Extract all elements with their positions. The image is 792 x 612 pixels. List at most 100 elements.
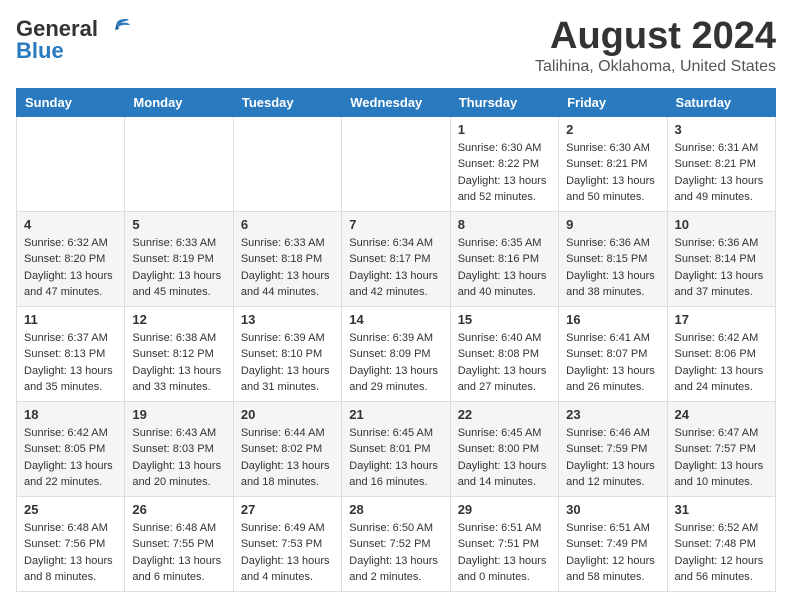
day-number: 3 (675, 122, 768, 137)
calendar-subtitle: Talihina, Oklahoma, United States (535, 58, 776, 76)
day-info: Sunrise: 6:48 AM Sunset: 7:55 PM Dayligh… (132, 520, 225, 586)
day-cell: 7Sunrise: 6:34 AM Sunset: 8:17 PM Daylig… (342, 211, 450, 306)
day-cell: 23 Sunrise: 6:46 AM Sunset: 7:59 PM Dayli… (559, 401, 667, 496)
day-number: 8 (458, 217, 551, 232)
day-info: Sunrise: 6:33 AM Sunset: 8:19 PM Dayligh… (132, 235, 225, 301)
day-info: Sunrise: 6:49 AM Sunset: 7:53 PM Dayligh… (241, 520, 334, 586)
day-number: 25 (24, 502, 117, 517)
day-number: 5 (132, 217, 225, 232)
day-info: Sunrise: 6:38 AM Sunset: 8:12 PM Dayligh… (132, 330, 225, 396)
day-cell: 5 Sunrise: 6:33 AM Sunset: 8:19 PM Daylig… (125, 211, 233, 306)
day-number: 16 (566, 312, 659, 327)
day-number: 21 (349, 407, 442, 422)
day-info: Sunrise: 6:51 AM Sunset: 7:51 PM Dayligh… (458, 520, 551, 586)
day-cell: 25 Sunrise: 6:48 AM Sunset: 7:56 PM Dayli… (17, 496, 125, 591)
day-cell: 24 Sunrise: 6:47 AM Sunset: 7:57 PM Dayli… (667, 401, 775, 496)
day-cell: 30 Sunrise: 6:51 AM Sunset: 7:49 PM Dayli… (559, 496, 667, 591)
day-cell: 6Sunrise: 6:33 AM Sunset: 8:18 PM Daylig… (233, 211, 341, 306)
day-number: 22 (458, 407, 551, 422)
day-info: Sunrise: 6:32 AM Sunset: 8:20 PM Dayligh… (24, 235, 117, 301)
day-info: Sunrise: 6:50 AM Sunset: 7:52 PM Dayligh… (349, 520, 442, 586)
day-cell: 19Sunrise: 6:43 AM Sunset: 8:03 PM Dayli… (125, 401, 233, 496)
day-cell: 15 Sunrise: 6:40 AM Sunset: 8:08 PM Dayli… (450, 306, 558, 401)
day-cell: 13Sunrise: 6:39 AM Sunset: 8:10 PM Dayli… (233, 306, 341, 401)
day-info: Sunrise: 6:36 AM Sunset: 8:15 PM Dayligh… (566, 235, 659, 301)
day-info: Sunrise: 6:35 AM Sunset: 8:16 PM Dayligh… (458, 235, 551, 301)
day-info: Sunrise: 6:47 AM Sunset: 7:57 PM Dayligh… (675, 425, 768, 491)
logo-bird-icon (103, 18, 131, 40)
logo-blue: Blue (16, 38, 64, 64)
weekday-header-thursday: Thursday (450, 88, 558, 116)
day-cell: 31 Sunrise: 6:52 AM Sunset: 7:48 PM Dayli… (667, 496, 775, 591)
day-number: 4 (24, 217, 117, 232)
weekday-header-sunday: Sunday (17, 88, 125, 116)
day-cell: 2 Sunrise: 6:30 AM Sunset: 8:21 PM Daylig… (559, 116, 667, 211)
day-info: Sunrise: 6:51 AM Sunset: 7:49 PM Dayligh… (566, 520, 659, 586)
weekday-header-friday: Friday (559, 88, 667, 116)
day-number: 9 (566, 217, 659, 232)
day-info: Sunrise: 6:36 AM Sunset: 8:14 PM Dayligh… (675, 235, 768, 301)
weekday-header-monday: Monday (125, 88, 233, 116)
week-row-1: 1 Sunrise: 6:30 AM Sunset: 8:22 PM Daylig… (17, 116, 776, 211)
day-cell (342, 116, 450, 211)
day-number: 12 (132, 312, 225, 327)
day-cell: 4 Sunrise: 6:32 AM Sunset: 8:20 PM Daylig… (17, 211, 125, 306)
day-info: Sunrise: 6:39 AM Sunset: 8:09 PM Dayligh… (349, 330, 442, 396)
day-cell: 22 Sunrise: 6:45 AM Sunset: 8:00 PM Dayli… (450, 401, 558, 496)
logo: General Blue (16, 16, 131, 64)
day-info: Sunrise: 6:40 AM Sunset: 8:08 PM Dayligh… (458, 330, 551, 396)
weekday-header-wednesday: Wednesday (342, 88, 450, 116)
day-cell: 18 Sunrise: 6:42 AM Sunset: 8:05 PM Dayli… (17, 401, 125, 496)
day-number: 28 (349, 502, 442, 517)
day-info: Sunrise: 6:33 AM Sunset: 8:18 PM Dayligh… (241, 235, 334, 301)
day-number: 18 (24, 407, 117, 422)
day-info: Sunrise: 6:52 AM Sunset: 7:48 PM Dayligh… (675, 520, 768, 586)
header: General Blue August 2024 Talihina, Oklah… (16, 16, 776, 76)
day-info: Sunrise: 6:48 AM Sunset: 7:56 PM Dayligh… (24, 520, 117, 586)
day-number: 10 (675, 217, 768, 232)
day-number: 20 (241, 407, 334, 422)
day-cell (233, 116, 341, 211)
day-info: Sunrise: 6:41 AM Sunset: 8:07 PM Dayligh… (566, 330, 659, 396)
day-cell: 11Sunrise: 6:37 AM Sunset: 8:13 PM Dayli… (17, 306, 125, 401)
day-info: Sunrise: 6:45 AM Sunset: 8:01 PM Dayligh… (349, 425, 442, 491)
day-cell: 21 Sunrise: 6:45 AM Sunset: 8:01 PM Dayli… (342, 401, 450, 496)
day-number: 1 (458, 122, 551, 137)
day-cell: 10 Sunrise: 6:36 AM Sunset: 8:14 PM Dayli… (667, 211, 775, 306)
day-number: 30 (566, 502, 659, 517)
day-info: Sunrise: 6:30 AM Sunset: 8:21 PM Dayligh… (566, 140, 659, 206)
day-info: Sunrise: 6:34 AM Sunset: 8:17 PM Dayligh… (349, 235, 442, 301)
day-cell: 14Sunrise: 6:39 AM Sunset: 8:09 PM Dayli… (342, 306, 450, 401)
day-number: 23 (566, 407, 659, 422)
day-info: Sunrise: 6:46 AM Sunset: 7:59 PM Dayligh… (566, 425, 659, 491)
weekday-header-row: SundayMondayTuesdayWednesdayThursdayFrid… (17, 88, 776, 116)
day-cell: 8 Sunrise: 6:35 AM Sunset: 8:16 PM Daylig… (450, 211, 558, 306)
week-row-3: 11Sunrise: 6:37 AM Sunset: 8:13 PM Dayli… (17, 306, 776, 401)
week-row-2: 4 Sunrise: 6:32 AM Sunset: 8:20 PM Daylig… (17, 211, 776, 306)
day-cell: 27 Sunrise: 6:49 AM Sunset: 7:53 PM Dayli… (233, 496, 341, 591)
title-section: August 2024 Talihina, Oklahoma, United S… (535, 16, 776, 76)
day-info: Sunrise: 6:31 AM Sunset: 8:21 PM Dayligh… (675, 140, 768, 206)
week-row-4: 18 Sunrise: 6:42 AM Sunset: 8:05 PM Dayli… (17, 401, 776, 496)
day-number: 26 (132, 502, 225, 517)
day-number: 24 (675, 407, 768, 422)
day-number: 27 (241, 502, 334, 517)
day-cell (17, 116, 125, 211)
day-info: Sunrise: 6:44 AM Sunset: 8:02 PM Dayligh… (241, 425, 334, 491)
day-info: Sunrise: 6:37 AM Sunset: 8:13 PM Dayligh… (24, 330, 117, 396)
day-cell: 26 Sunrise: 6:48 AM Sunset: 7:55 PM Dayli… (125, 496, 233, 591)
calendar-table: SundayMondayTuesdayWednesdayThursdayFrid… (16, 88, 776, 592)
day-cell: 1 Sunrise: 6:30 AM Sunset: 8:22 PM Daylig… (450, 116, 558, 211)
day-cell: 29Sunrise: 6:51 AM Sunset: 7:51 PM Dayli… (450, 496, 558, 591)
day-info: Sunrise: 6:42 AM Sunset: 8:05 PM Dayligh… (24, 425, 117, 491)
day-cell: 16 Sunrise: 6:41 AM Sunset: 8:07 PM Dayli… (559, 306, 667, 401)
day-cell (125, 116, 233, 211)
day-info: Sunrise: 6:45 AM Sunset: 8:00 PM Dayligh… (458, 425, 551, 491)
day-number: 2 (566, 122, 659, 137)
day-info: Sunrise: 6:39 AM Sunset: 8:10 PM Dayligh… (241, 330, 334, 396)
day-cell: 17Sunrise: 6:42 AM Sunset: 8:06 PM Dayli… (667, 306, 775, 401)
day-info: Sunrise: 6:30 AM Sunset: 8:22 PM Dayligh… (458, 140, 551, 206)
day-cell: 20 Sunrise: 6:44 AM Sunset: 8:02 PM Dayli… (233, 401, 341, 496)
day-number: 15 (458, 312, 551, 327)
day-number: 31 (675, 502, 768, 517)
